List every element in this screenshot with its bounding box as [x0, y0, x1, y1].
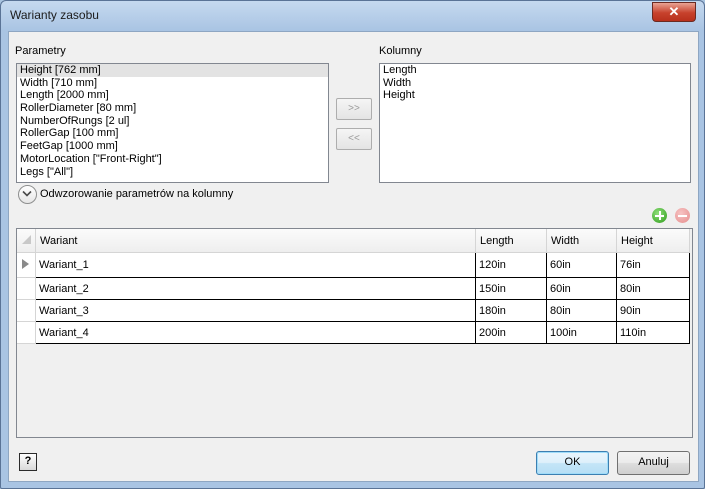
cell-length[interactable]: 120in: [475, 252, 547, 278]
table-row[interactable]: Wariant_4 200in 100in 110in: [17, 321, 690, 344]
parameter-item[interactable]: Length [2000 mm]: [17, 89, 328, 102]
row-header[interactable]: [17, 299, 36, 322]
parameters-label: Parametry: [15, 45, 66, 57]
cell-width[interactable]: 60in: [546, 252, 617, 278]
cell-height[interactable]: 80in: [616, 277, 690, 300]
chevron-down-icon: [22, 190, 32, 197]
cell-height[interactable]: 110in: [616, 321, 690, 344]
columns-list[interactable]: Length Width Height: [379, 63, 691, 183]
close-icon: ✕: [668, 4, 680, 19]
grid-header-row: Wariant Length Width Height: [17, 229, 690, 253]
columns-label: Kolumny: [379, 45, 422, 57]
cell-length[interactable]: 150in: [475, 277, 547, 300]
cell-wariant[interactable]: Wariant_3: [35, 299, 476, 322]
parameter-item[interactable]: MotorLocation ["Front-Right"]: [17, 153, 328, 166]
header-wariant[interactable]: Wariant: [35, 229, 476, 253]
cancel-button[interactable]: Anuluj: [617, 451, 690, 475]
help-icon: ?: [24, 455, 32, 467]
parameter-item[interactable]: FeetGap [1000 mm]: [17, 140, 328, 153]
parameter-item[interactable]: NumberOfRungs [2 ul]: [17, 115, 328, 128]
parameter-item[interactable]: RollerDiameter [80 mm]: [17, 102, 328, 115]
table-row[interactable]: Wariant_3 180in 80in 90in: [17, 299, 690, 322]
parameters-list[interactable]: Height [762 mm] Width [710 mm] Length [2…: [16, 63, 329, 183]
corner-triangle-icon: [22, 235, 31, 244]
cell-height[interactable]: 90in: [616, 299, 690, 322]
close-button[interactable]: ✕: [652, 2, 696, 22]
cell-length[interactable]: 180in: [475, 299, 547, 322]
cell-wariant[interactable]: Wariant_2: [35, 277, 476, 300]
table-row[interactable]: Wariant_1 120in 60in 76in: [17, 252, 690, 278]
cell-wariant[interactable]: Wariant_4: [35, 321, 476, 344]
cell-width[interactable]: 100in: [546, 321, 617, 344]
dialog-window: Warianty zasobu ✕ Parametry Height [762 …: [0, 0, 705, 489]
parameter-item[interactable]: Legs ["All"]: [17, 166, 328, 179]
title-bar: Warianty zasobu ✕: [1, 1, 704, 29]
move-right-button[interactable]: >>: [336, 98, 372, 120]
move-left-button[interactable]: <<: [336, 128, 372, 150]
dialog-client: Parametry Height [762 mm] Width [710 mm]…: [8, 31, 699, 482]
cell-width[interactable]: 80in: [546, 299, 617, 322]
header-height[interactable]: Height: [616, 229, 690, 253]
table-row[interactable]: Wariant_2 150in 60in 80in: [17, 277, 690, 300]
header-length[interactable]: Length: [475, 229, 547, 253]
mapping-expander-button[interactable]: [18, 185, 37, 204]
window-title: Warianty zasobu: [10, 8, 99, 22]
help-button[interactable]: ?: [19, 453, 37, 471]
parameter-item[interactable]: RollerGap [100 mm]: [17, 127, 328, 140]
row-header[interactable]: [17, 321, 36, 344]
add-row-icon[interactable]: [652, 208, 667, 223]
cell-length[interactable]: 200in: [475, 321, 547, 344]
variants-grid: Wariant Length Width Height Wariant_1 12…: [16, 228, 693, 438]
column-item[interactable]: Length: [380, 64, 690, 77]
select-all-corner[interactable]: [17, 229, 36, 253]
ok-button[interactable]: OK: [536, 451, 609, 475]
parameter-item[interactable]: Width [710 mm]: [17, 77, 328, 90]
column-item[interactable]: Height: [380, 89, 690, 102]
current-row-arrow-icon: [22, 259, 29, 269]
cell-width[interactable]: 60in: [546, 277, 617, 300]
remove-row-icon[interactable]: [675, 208, 690, 223]
mapping-label: Odwzorowanie parametrów na kolumny: [40, 188, 234, 200]
cell-height[interactable]: 76in: [616, 252, 690, 278]
row-header[interactable]: [17, 252, 36, 278]
cell-wariant[interactable]: Wariant_1: [35, 252, 476, 278]
header-width[interactable]: Width: [546, 229, 617, 253]
parameter-item[interactable]: Height [762 mm]: [17, 64, 328, 77]
row-header[interactable]: [17, 277, 36, 300]
column-item[interactable]: Width: [380, 77, 690, 90]
